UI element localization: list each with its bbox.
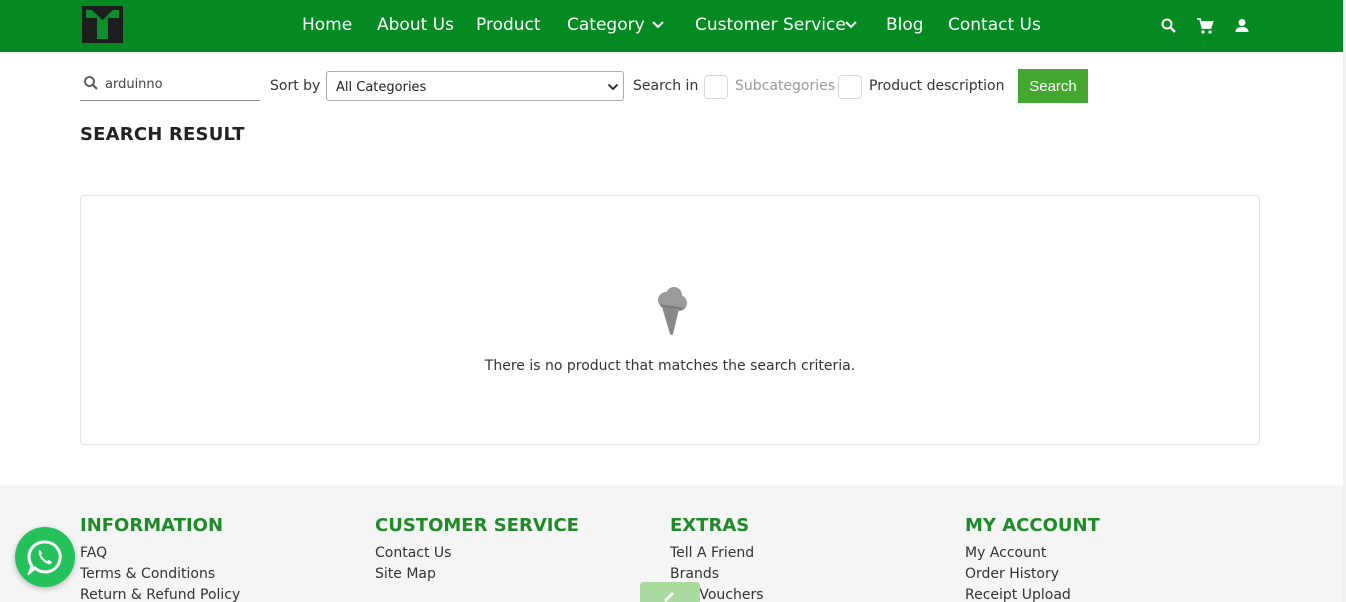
search-results-panel: There is no product that matches the sea… [80, 195, 1260, 445]
footer-link-return-policy[interactable]: Return & Refund Policy [80, 585, 240, 602]
footer-link-faq[interactable]: FAQ [80, 543, 240, 564]
subcategories-checkbox[interactable] [704, 75, 728, 99]
subcategories-label: Subcategories [735, 78, 836, 94]
feedback-tab[interactable] [640, 582, 700, 602]
nav-contact-us[interactable]: Contact Us [948, 15, 1041, 35]
search-input-value: arduinno [105, 77, 163, 92]
whatsapp-icon [27, 540, 62, 575]
footer-link-tell-a-friend[interactable]: Tell A Friend [670, 543, 764, 564]
empty-results-message: There is no product that matches the sea… [484, 358, 856, 374]
footer-column-my-account: MY ACCOUNT My Account Order History Rece… [965, 515, 1100, 602]
footer-heading: CUSTOMER SERVICE [375, 515, 579, 536]
footer-link-my-account[interactable]: My Account [965, 543, 1100, 564]
pencil-icon [664, 592, 674, 602]
cart-icon[interactable] [1196, 17, 1214, 35]
footer-heading: EXTRAS [670, 515, 750, 536]
top-navigation-bar: Home About Us Product Category Customer … [0, 0, 1343, 52]
footer-link-order-history[interactable]: Order History [965, 564, 1100, 585]
nav-product[interactable]: Product [476, 15, 541, 35]
footer-heading: INFORMATION [80, 515, 224, 536]
ice-cream-icon [658, 287, 687, 335]
page-title: SEARCH RESULT [80, 124, 245, 145]
nav-blog[interactable]: Blog [886, 15, 924, 35]
search-icon[interactable] [1160, 17, 1178, 35]
footer-link-terms[interactable]: Terms & Conditions [80, 564, 240, 585]
nav-category[interactable]: Category [567, 15, 645, 35]
whatsapp-chat-button[interactable] [15, 527, 75, 587]
chevron-down-icon [607, 83, 619, 91]
category-select-value: All Categories [336, 80, 427, 95]
search-input[interactable]: arduinno [80, 70, 260, 101]
chevron-down-icon[interactable] [651, 20, 665, 30]
footer-link-site-map[interactable]: Site Map [375, 564, 579, 585]
sort-by-label: Sort by [270, 78, 321, 94]
nav-customer-service[interactable]: Customer Service [695, 15, 846, 35]
search-in-label: Search in [633, 78, 699, 94]
product-description-checkbox[interactable] [838, 75, 862, 99]
footer-column-information: INFORMATION FAQ Terms & Conditions Retur… [80, 515, 240, 602]
footer-column-customer-service: CUSTOMER SERVICE Contact Us Site Map [375, 515, 579, 585]
footer-link-receipt-upload[interactable]: Receipt Upload [965, 585, 1100, 602]
chevron-down-icon[interactable] [844, 20, 858, 30]
site-logo[interactable] [82, 6, 123, 43]
search-icon [84, 76, 98, 90]
nav-about-us[interactable]: About Us [377, 15, 454, 35]
category-select[interactable]: All Categories [326, 71, 624, 101]
search-button[interactable]: Search [1018, 69, 1088, 103]
nav-home[interactable]: Home [302, 15, 352, 35]
footer-heading: MY ACCOUNT [965, 515, 1100, 536]
product-description-label: Product description [869, 78, 1005, 94]
account-icon[interactable] [1233, 17, 1251, 35]
footer-link-contact-us[interactable]: Contact Us [375, 543, 579, 564]
